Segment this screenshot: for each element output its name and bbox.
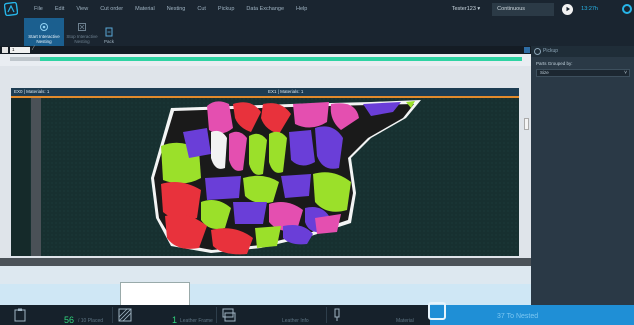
panel-header: Pickup	[531, 46, 634, 57]
sheet-header-right[interactable]: EX1 | Materials: 1	[265, 88, 519, 96]
to-nested-label: 37 To Nested	[497, 313, 539, 320]
app-logo-icon[interactable]	[0, 0, 22, 18]
pack-icon	[105, 27, 113, 37]
divider	[112, 307, 113, 323]
progress-track	[10, 57, 40, 61]
menu-file[interactable]: File	[34, 6, 43, 12]
pickup-icon	[534, 48, 541, 55]
play-icon[interactable]	[562, 3, 574, 15]
power-icon[interactable]	[622, 4, 632, 14]
start-nesting-label: Start Interactive Nesting	[28, 34, 60, 44]
hatch-pattern-icon	[118, 308, 132, 322]
divider	[216, 307, 217, 323]
menu-cut-order[interactable]: Cut order	[100, 6, 123, 12]
menu-material[interactable]: Material	[135, 6, 155, 12]
material-label: Material	[396, 318, 414, 324]
piece[interactable]	[207, 101, 233, 134]
timer-display: 13:27h	[581, 6, 598, 12]
tab-nav-left[interactable]	[2, 47, 8, 53]
placed-count: 56	[64, 315, 75, 325]
pen-icon	[332, 308, 344, 322]
stop-nesting-label: Stop Interactive Nesting	[66, 34, 98, 44]
menu-pickup[interactable]: Pickup	[218, 6, 235, 12]
nesting-workspace: 1 ⁄ EX0 | Materials: 1 EX1 | Materials: …	[0, 46, 531, 325]
menu-nesting[interactable]: Nesting	[167, 6, 186, 12]
menu-view[interactable]: View	[76, 6, 88, 12]
clipboard-icon	[14, 308, 26, 322]
ribbon-toolbar: Start Interactive Nesting Stop Interacti…	[0, 18, 634, 46]
group-by-label: Parts Grouped by:	[536, 61, 573, 66]
piece[interactable]	[161, 182, 201, 220]
chevron-down-icon: ˅	[624, 70, 627, 76]
stop-interactive-nesting-button[interactable]: Stop Interactive Nesting	[64, 18, 100, 46]
placed-label: / 10 Placed	[78, 318, 104, 324]
mode-select[interactable]: Continuous	[492, 2, 555, 16]
menu-help[interactable]: Help	[296, 6, 307, 12]
panel-title: Pickup	[543, 48, 559, 54]
piece[interactable]	[293, 102, 329, 128]
piece[interactable]	[205, 176, 241, 200]
leather-info-label: Leather Info	[282, 318, 309, 324]
chevron-down-icon: ▾	[477, 6, 481, 12]
tab-close-icon[interactable]	[524, 47, 530, 53]
piece[interactable]	[255, 226, 281, 248]
user-name: Tester123	[451, 6, 476, 12]
piece[interactable]	[211, 130, 227, 169]
pack-button[interactable]: Pack	[100, 18, 118, 46]
app-window: File Edit View Cut order Material Nestin…	[0, 0, 634, 325]
user-menu[interactable]: Tester123 ▾	[452, 6, 480, 12]
group-by-value: Size	[540, 70, 549, 75]
nesting-stop-icon	[78, 23, 86, 31]
workspace-tabstrip: 1 ⁄	[0, 46, 531, 54]
menu-cut[interactable]: Cut	[197, 6, 206, 12]
pin-icon[interactable]: ⁄	[33, 46, 34, 52]
sheet-edge-shadow	[31, 98, 41, 256]
leather-sheet[interactable]	[11, 96, 519, 256]
piece[interactable]	[281, 174, 311, 198]
nesting-canvas[interactable]	[11, 98, 519, 256]
divider	[326, 307, 327, 323]
menu-edit[interactable]: Edit	[55, 6, 64, 12]
frame-label: Leather Frame	[180, 318, 213, 324]
menu-data-exchange[interactable]: Data Exchange	[246, 6, 284, 12]
progress-area	[0, 54, 531, 66]
piece[interactable]	[233, 202, 267, 224]
pickup-panel: Pickup Parts Grouped by: Size ˅	[531, 46, 634, 325]
nesting-icon	[428, 302, 446, 320]
tab-number-input[interactable]: 1	[10, 47, 30, 53]
frame-count: 1	[172, 315, 178, 325]
nesting-start-icon	[40, 23, 48, 31]
bottom-divider[interactable]	[0, 258, 531, 266]
layers-icon	[222, 308, 236, 322]
nesting-progress-bar	[40, 57, 522, 61]
sheet-header-left[interactable]: EX0 | Materials: 1	[11, 88, 265, 96]
piece[interactable]	[289, 130, 315, 166]
menu-bar: File Edit View Cut order Material Nestin…	[0, 0, 634, 18]
group-by-select[interactable]: Size ˅	[536, 69, 630, 77]
pack-label: Pack	[103, 39, 114, 44]
vertical-scroll-thumb[interactable]	[524, 118, 529, 130]
start-interactive-nesting-button[interactable]: Start Interactive Nesting	[24, 18, 64, 46]
